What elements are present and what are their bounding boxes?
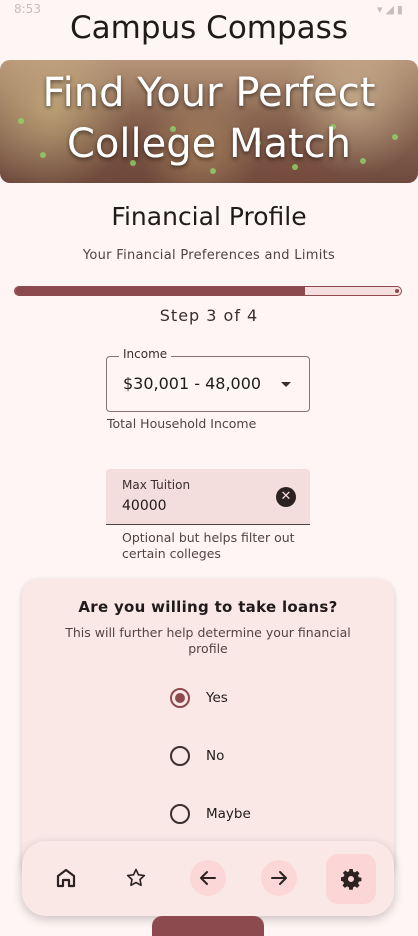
nav-settings-button[interactable] bbox=[326, 854, 376, 904]
progress-fill bbox=[15, 287, 305, 295]
radio-option-yes[interactable]: Yes bbox=[170, 688, 290, 712]
radio-option-no[interactable]: No bbox=[170, 746, 290, 770]
nav-home-button[interactable] bbox=[44, 856, 88, 900]
dropdown-arrow-icon[interactable] bbox=[281, 382, 291, 387]
app-title: Campus Compass bbox=[70, 10, 348, 46]
loans-card: Are you willing to take loans? This will… bbox=[22, 579, 394, 879]
hero-title: Find Your Perfect College Match bbox=[42, 70, 376, 167]
radio-button-no[interactable] bbox=[170, 746, 190, 766]
income-helper-text: Total Household Income bbox=[107, 416, 257, 431]
max-tuition-label: Max Tuition bbox=[122, 478, 191, 492]
max-tuition-input[interactable]: 40000 bbox=[122, 498, 167, 514]
radio-label-yes: Yes bbox=[206, 690, 228, 706]
radio-button-yes[interactable] bbox=[170, 688, 190, 708]
star-icon bbox=[126, 868, 146, 887]
step-indicator: Step 3 of 4 bbox=[159, 306, 259, 325]
gear-icon bbox=[341, 869, 362, 890]
arrow-left-icon bbox=[200, 871, 216, 885]
arrow-right-icon bbox=[271, 871, 287, 885]
nav-back-button[interactable] bbox=[190, 860, 226, 896]
home-icon bbox=[56, 868, 76, 888]
bottom-navigation bbox=[22, 841, 394, 916]
radio-label-no: No bbox=[206, 748, 225, 764]
max-tuition-helper-text: Optional but helps filter out certain co… bbox=[122, 530, 295, 561]
loans-subtitle: This will further help determine your fi… bbox=[65, 625, 351, 656]
radio-button-maybe[interactable] bbox=[170, 804, 190, 824]
progress-end-dot bbox=[395, 289, 399, 293]
loans-question: Are you willing to take loans? bbox=[78, 598, 338, 616]
radio-option-maybe[interactable]: Maybe bbox=[170, 804, 290, 828]
nav-next-button[interactable] bbox=[261, 860, 297, 896]
progress-bar bbox=[14, 286, 402, 296]
hero-banner: Find Your Perfect College Match bbox=[0, 60, 418, 183]
income-dropdown[interactable]: Income $30,001 - 48,000 bbox=[106, 347, 310, 412]
radio-label-maybe: Maybe bbox=[206, 806, 251, 822]
clear-icon[interactable]: ✕ bbox=[276, 487, 296, 507]
income-value: $30,001 - 48,000 bbox=[123, 374, 261, 393]
nav-favorites-button[interactable] bbox=[114, 856, 158, 900]
section-subtitle: Your Financial Preferences and Limits bbox=[82, 248, 336, 263]
max-tuition-field[interactable]: Max Tuition 40000 ✕ bbox=[106, 469, 310, 525]
income-label: Income bbox=[119, 347, 172, 361]
home-indicator bbox=[152, 916, 264, 936]
section-title: Financial Profile bbox=[111, 202, 307, 231]
